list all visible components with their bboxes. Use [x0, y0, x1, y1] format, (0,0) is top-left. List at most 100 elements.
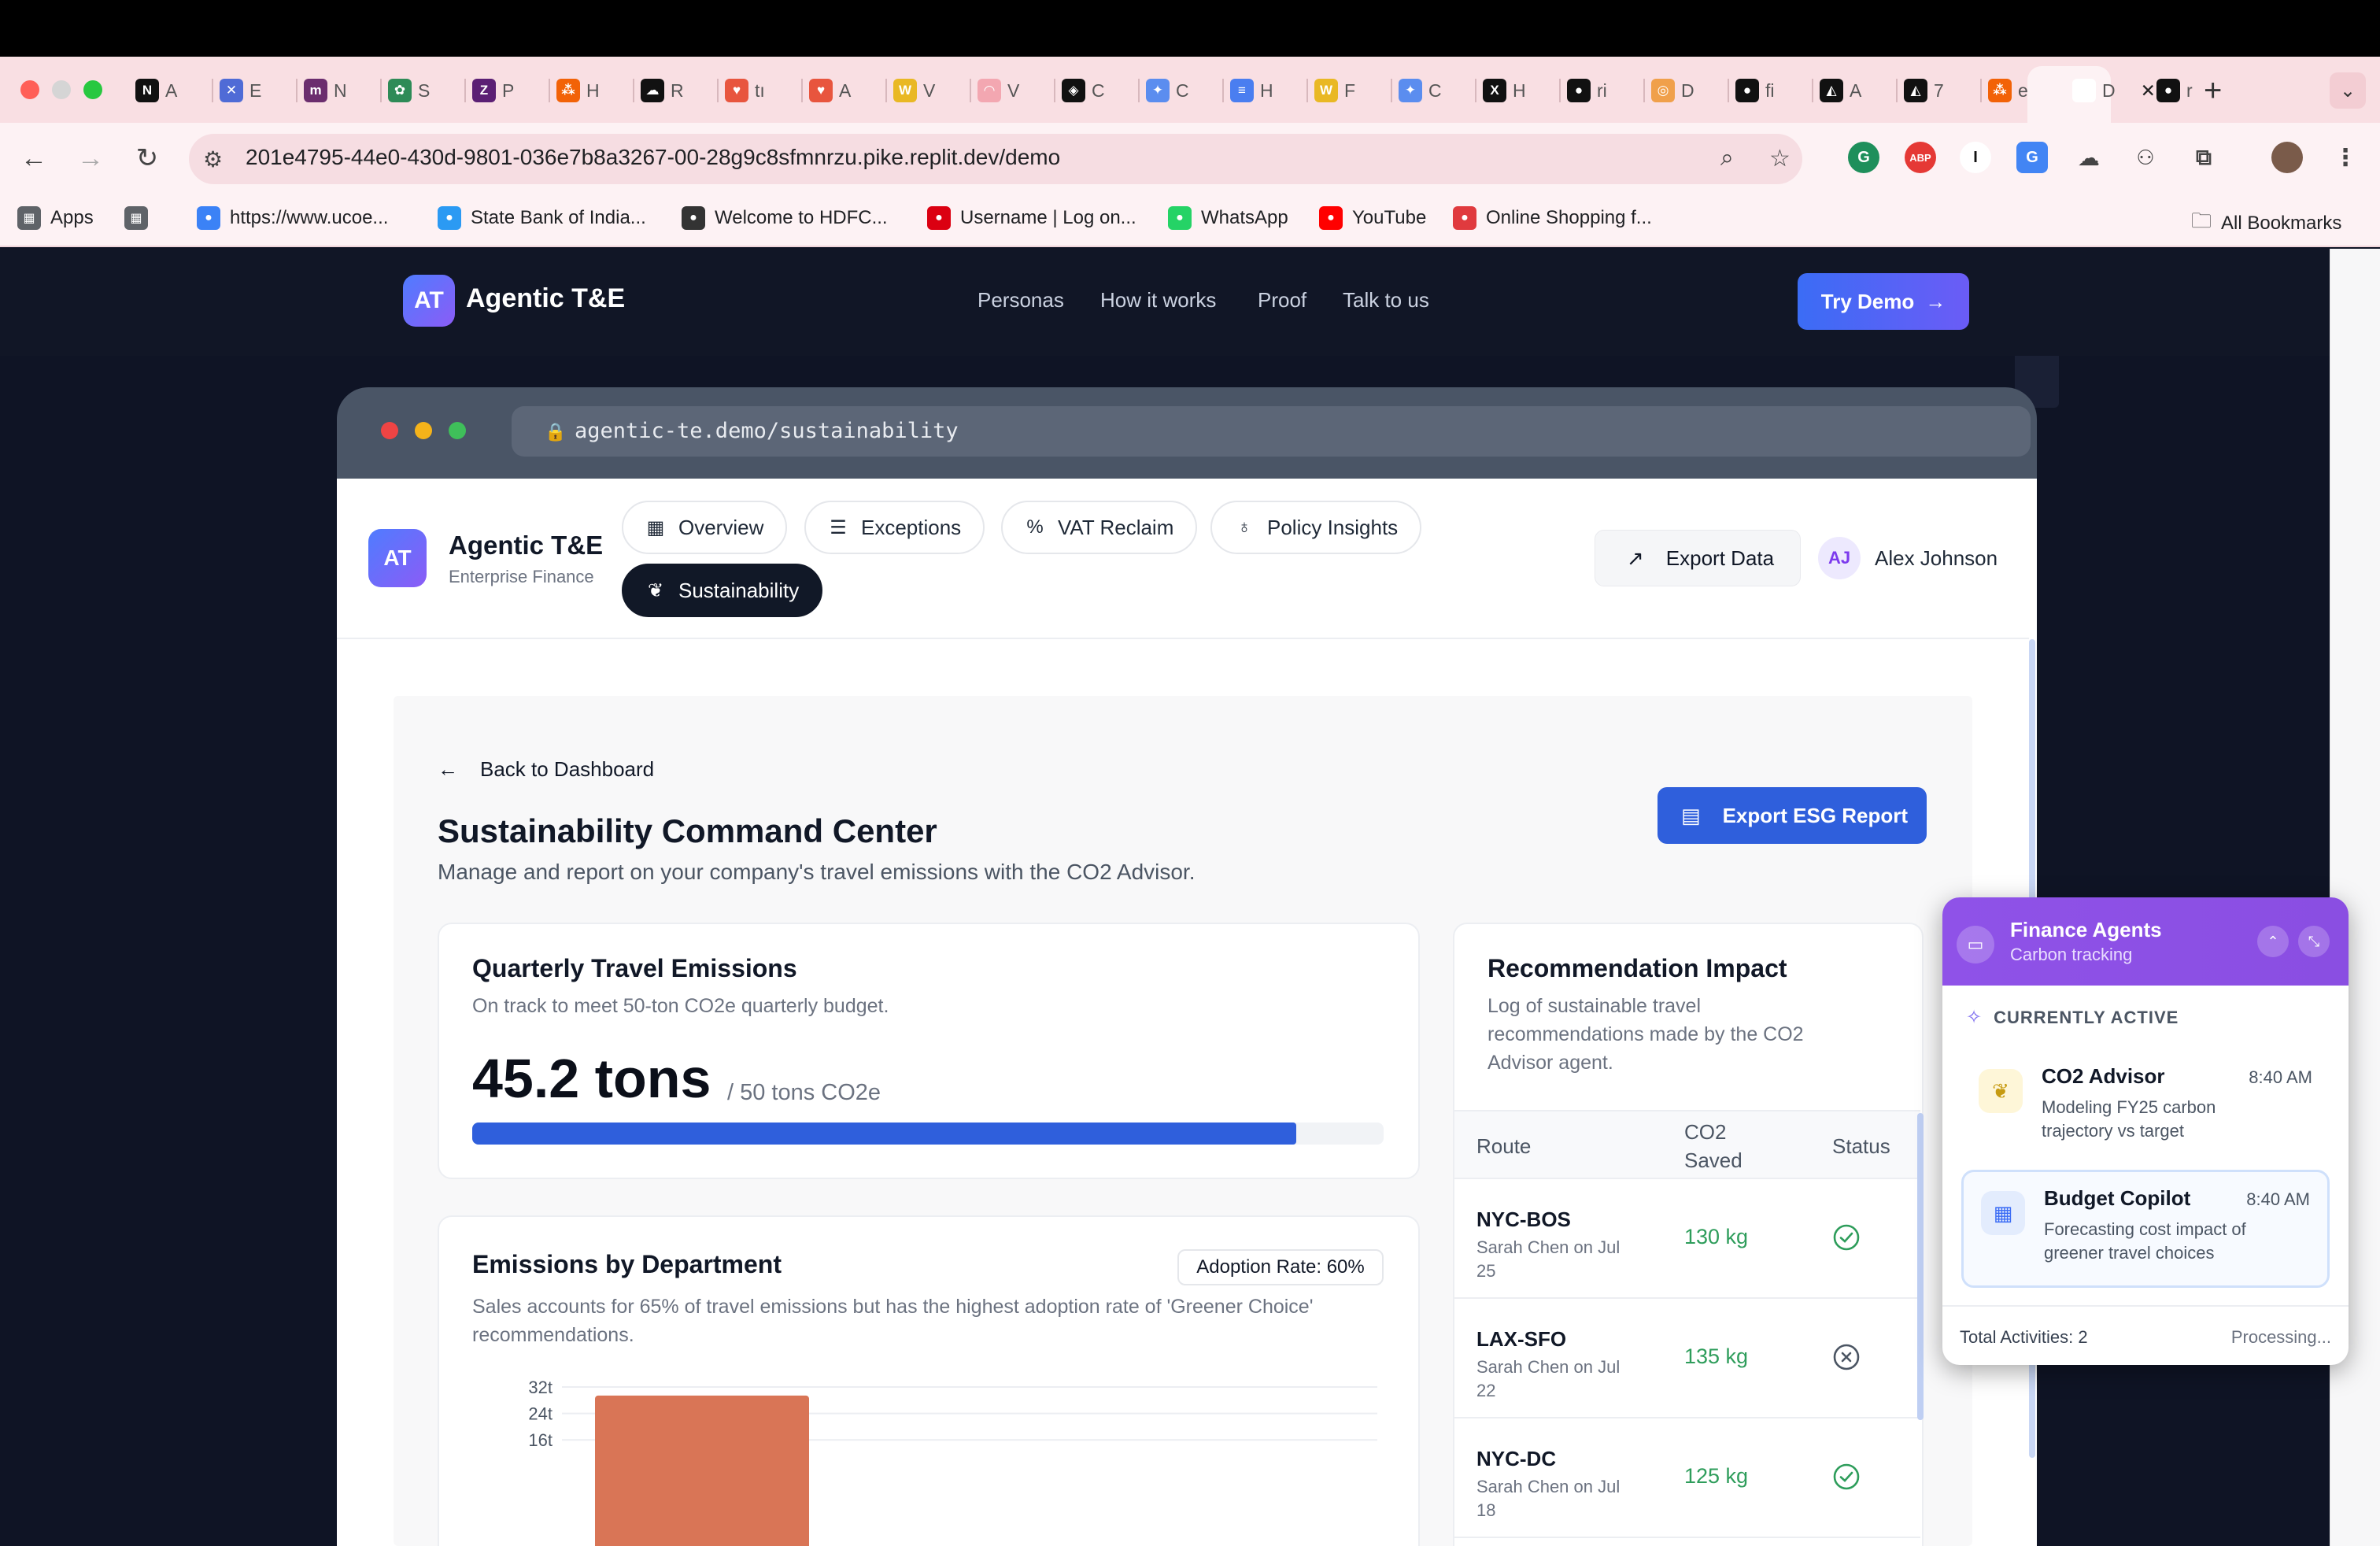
- tab-sustainability[interactable]: ❦ Sustainability: [622, 564, 823, 617]
- tab-separator: [1475, 79, 1476, 102]
- bookmark-item[interactable]: ● Welcome to HDFC...: [682, 206, 888, 230]
- nav-link-proof[interactable]: Proof: [1258, 288, 1306, 313]
- browser-tab[interactable]: ✦ C: [1399, 72, 1442, 109]
- table-row[interactable]: NYC-DC Sarah Chen on Jul 18 125 kg: [1454, 1418, 1920, 1538]
- minimize-icon[interactable]: ⤡: [2298, 926, 2330, 957]
- brand-logo[interactable]: AT: [403, 275, 455, 327]
- browser-tab[interactable]: ⁂ H: [556, 72, 600, 109]
- instapaper-extension-icon[interactable]: I: [1960, 142, 1991, 173]
- bookmark-item[interactable]: ● Online Shopping f...: [1453, 206, 1652, 230]
- column-co2-saved-line1[interactable]: CO2: [1684, 1118, 1726, 1146]
- column-route[interactable]: Route: [1476, 1132, 1531, 1160]
- browser-tab[interactable]: ⁂ e: [1988, 72, 2028, 109]
- browser-tab[interactable]: ● r: [2156, 72, 2193, 109]
- agent-description: Modeling FY25 carbon trajectory vs targe…: [2042, 1097, 2216, 1141]
- avatar[interactable]: AJ: [1818, 537, 1861, 579]
- browser-tab[interactable]: ● ri: [1567, 72, 1607, 109]
- tab-search-button[interactable]: ⌄: [2330, 72, 2366, 109]
- browser-tab[interactable]: ◭ A: [1820, 72, 1861, 109]
- brand-name[interactable]: Agentic T&E: [466, 283, 625, 314]
- tab-overview[interactable]: ▦ Overview: [622, 501, 788, 554]
- bookmark-item[interactable]: ● YouTube: [1319, 206, 1426, 230]
- try-demo-button[interactable]: Try Demo →: [1798, 273, 1969, 330]
- back-to-dashboard-link[interactable]: ← Back to Dashboard: [438, 757, 654, 782]
- browser-tab[interactable]: ♥ A: [809, 72, 851, 109]
- impact-card-title: Recommendation Impact: [1488, 954, 1787, 982]
- reload-icon[interactable]: ↻: [129, 140, 165, 176]
- browser-tab[interactable]: ◈ C: [1062, 72, 1105, 109]
- tab-policy-insights[interactable]: ♁ Policy Insights: [1210, 501, 1422, 554]
- nav-link-personas[interactable]: Personas: [978, 288, 1064, 313]
- agent-budget-copilot[interactable]: ▦ Budget Copilot 8:40 AM Forecasting cos…: [1961, 1170, 2330, 1288]
- browser-tab[interactable]: WF: [1314, 72, 1355, 109]
- chart-bar[interactable]: [595, 1395, 809, 1546]
- export-data-button[interactable]: ↗ Export Data: [1595, 530, 1801, 586]
- close-tab-icon[interactable]: ✕: [2141, 80, 2156, 102]
- nav-link-how-it-works[interactable]: How it works: [1100, 288, 1216, 313]
- export-esg-report-button[interactable]: ▤ Export ESG Report: [1658, 787, 1927, 844]
- app-logo[interactable]: AT: [368, 529, 427, 587]
- window-zoom-button[interactable]: [83, 80, 102, 99]
- bookmark-item[interactable]: ● https://www.ucoe...: [197, 206, 388, 230]
- cloud-extension-icon[interactable]: ☁: [2073, 142, 2105, 173]
- browser-tab[interactable]: ☁ R: [641, 72, 684, 109]
- agent-co2-advisor[interactable]: ❦ CO2 Advisor 8:40 AM Modeling FY25 carb…: [1961, 1050, 2330, 1168]
- chrome-menu-icon[interactable]: ⋮: [2330, 142, 2361, 173]
- address-url[interactable]: 201e4795-44e0-430d-9801-036e7b8a3267-00-…: [246, 145, 1060, 170]
- back-icon[interactable]: ←: [16, 140, 52, 176]
- browser-tab[interactable]: NA: [135, 72, 177, 109]
- browser-tab[interactable]: XH: [1483, 72, 1526, 109]
- robot-extension-icon[interactable]: ⚇: [2130, 142, 2161, 173]
- column-co2-saved-line2[interactable]: Saved: [1684, 1146, 1743, 1174]
- browser-tab[interactable]: ≡ H: [1230, 72, 1273, 109]
- browser-tab[interactable]: ◎ D: [1651, 72, 1694, 109]
- extensions-puzzle-icon[interactable]: ⧉: [2188, 142, 2219, 173]
- browser-tab-title: H: [1513, 80, 1526, 101]
- tab-exceptions[interactable]: ☰ Exceptions: [804, 501, 985, 554]
- browser-tab[interactable]: ◠ V: [978, 72, 1019, 109]
- browser-tab[interactable]: mN: [304, 72, 347, 109]
- browser-tab[interactable]: ♥ tı: [725, 72, 765, 109]
- browser-tab-title: P: [502, 80, 515, 101]
- table-scrollbar[interactable]: [1917, 1113, 1924, 1420]
- m-icon: m: [304, 79, 327, 102]
- table-row[interactable]: NYC-BOS Sarah Chen on Jul 25 130 kg: [1454, 1179, 1920, 1299]
- bookmark-item[interactable]: ● Username | Log on...: [927, 206, 1136, 230]
- bookmark-label: State Bank of India...: [471, 207, 646, 228]
- export-esg-label: Export ESG Report: [1722, 803, 1909, 827]
- browser-tab[interactable]: ZP: [472, 72, 514, 109]
- grammarly-extension-icon[interactable]: G: [1848, 142, 1879, 173]
- browser-tab[interactable]: ● fi: [1735, 72, 1775, 109]
- adblock-extension-icon[interactable]: ABP: [1905, 142, 1936, 173]
- zoom-icon[interactable]: ⌕: [1720, 145, 1734, 172]
- total-activities: Total Activities: 2: [1960, 1327, 2088, 1347]
- browser-tab[interactable]: ✕ E: [220, 72, 261, 109]
- browser-tab[interactable]: WV: [893, 72, 935, 109]
- window-minimize-button[interactable]: [52, 80, 71, 99]
- sparkle-icon: ✧: [1966, 1007, 1983, 1028]
- tab-separator: [1896, 79, 1898, 102]
- column-status[interactable]: Status: [1832, 1132, 1890, 1160]
- bookmark-star-icon[interactable]: ☆: [1769, 145, 1791, 172]
- browser-tab[interactable]: ✿ S: [388, 72, 430, 109]
- nav-link-talk-to-us[interactable]: Talk to us: [1343, 288, 1429, 313]
- window-close-button[interactable]: [20, 80, 39, 99]
- chevron-up-icon[interactable]: ⌃: [2257, 926, 2289, 957]
- new-tab-button[interactable]: +: [2204, 72, 2222, 109]
- table-row[interactable]: LAX-SFO Sarah Chen on Jul 22 135 kg: [1454, 1299, 1920, 1418]
- all-bookmarks-folder[interactable]: 🗀 All Bookmarks: [2191, 206, 2341, 241]
- bookmark-item[interactable]: ● State Bank of India...: [438, 206, 646, 230]
- bookmark-item[interactable]: ▦ Apps: [17, 206, 94, 230]
- agent-time: 8:40 AM: [2249, 1067, 2312, 1087]
- browser-tab[interactable]: ✦ C: [1146, 72, 1189, 109]
- translate-extension-icon[interactable]: G: [2016, 142, 2048, 173]
- user-name[interactable]: Alex Johnson: [1875, 546, 1998, 571]
- bookmark-item[interactable]: ▦: [124, 206, 157, 230]
- browser-tab[interactable]: ◭ 7: [1904, 72, 1944, 109]
- site-info-icon[interactable]: ⚙: [203, 146, 223, 172]
- bookmark-item[interactable]: ● WhatsApp: [1168, 206, 1288, 230]
- tab-vat-reclaim[interactable]: % VAT Reclaim: [1001, 501, 1198, 554]
- forward-icon[interactable]: →: [72, 140, 109, 176]
- profile-avatar[interactable]: [2271, 142, 2303, 173]
- browser-tab[interactable]: D ✕: [2072, 72, 2156, 109]
